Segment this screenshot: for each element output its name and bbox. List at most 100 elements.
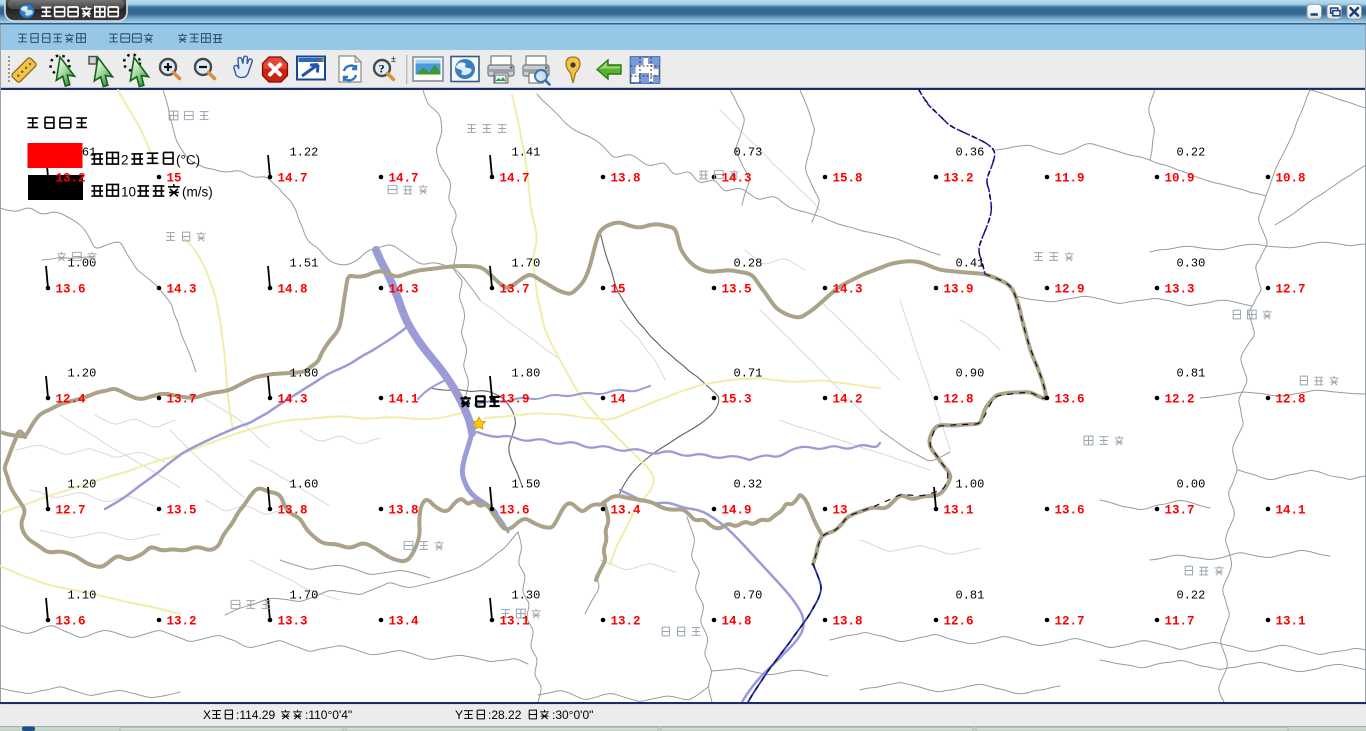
svg-text:13.6: 13.6 bbox=[500, 504, 530, 518]
svg-text:1.22: 1.22 bbox=[290, 146, 319, 160]
svg-text:0.22: 0.22 bbox=[1177, 589, 1206, 603]
svg-text:13.2: 13.2 bbox=[611, 615, 641, 629]
svg-text::110°0'4": :110°0'4" bbox=[305, 708, 352, 722]
svg-text:10.8: 10.8 bbox=[1276, 172, 1306, 186]
svg-text:14.1: 14.1 bbox=[389, 393, 419, 407]
svg-text:14.3: 14.3 bbox=[833, 283, 863, 297]
svg-text:14.9: 14.9 bbox=[722, 504, 752, 518]
svg-text:14.1: 14.1 bbox=[1276, 504, 1306, 518]
svg-text:±: ± bbox=[391, 54, 396, 64]
svg-text:0.81: 0.81 bbox=[1177, 367, 1206, 381]
svg-text:13.3: 13.3 bbox=[1165, 283, 1195, 297]
svg-text:13.6: 13.6 bbox=[56, 283, 86, 297]
svg-text:13.4: 13.4 bbox=[389, 615, 420, 629]
svg-text:0.36: 0.36 bbox=[956, 146, 985, 160]
svg-text:13.7: 13.7 bbox=[500, 283, 530, 297]
svg-text:13.5: 13.5 bbox=[722, 283, 752, 297]
svg-text:12.4: 12.4 bbox=[56, 393, 87, 407]
svg-text:1.30: 1.30 bbox=[512, 589, 541, 603]
svg-text:13.6: 13.6 bbox=[56, 615, 86, 629]
svg-text:(°C): (°C) bbox=[176, 153, 200, 168]
svg-text:13.6: 13.6 bbox=[1055, 504, 1085, 518]
svg-text:13.2: 13.2 bbox=[56, 172, 86, 186]
svg-text::28.22: :28.22 bbox=[488, 708, 522, 722]
svg-text:12.2: 12.2 bbox=[1165, 393, 1195, 407]
svg-text:12.7: 12.7 bbox=[1276, 283, 1306, 297]
svg-text:13.7: 13.7 bbox=[1165, 504, 1195, 518]
svg-text:0.90: 0.90 bbox=[956, 367, 985, 381]
svg-text:13.1: 13.1 bbox=[1276, 615, 1306, 629]
svg-text:10: 10 bbox=[121, 185, 136, 200]
svg-text:13.5: 13.5 bbox=[167, 504, 197, 518]
svg-text:13.8: 13.8 bbox=[389, 504, 419, 518]
svg-text:10.9: 10.9 bbox=[1165, 172, 1195, 186]
svg-text:12.7: 12.7 bbox=[56, 504, 86, 518]
svg-text:1.70: 1.70 bbox=[512, 257, 541, 271]
svg-text::30°0'0": :30°0'0" bbox=[552, 708, 593, 722]
svg-text:1.51: 1.51 bbox=[290, 257, 319, 271]
svg-text:13.2: 13.2 bbox=[944, 172, 974, 186]
svg-text:14.7: 14.7 bbox=[500, 172, 530, 186]
svg-text:14.3: 14.3 bbox=[722, 172, 752, 186]
svg-text:13: 13 bbox=[833, 504, 848, 518]
svg-text:15.8: 15.8 bbox=[833, 172, 863, 186]
svg-text:13.7: 13.7 bbox=[167, 393, 197, 407]
svg-text:14.2: 14.2 bbox=[833, 393, 863, 407]
svg-text:14.8: 14.8 bbox=[278, 283, 308, 297]
svg-text:15.3: 15.3 bbox=[722, 393, 752, 407]
svg-text:(m/s): (m/s) bbox=[182, 185, 213, 200]
svg-text:?: ? bbox=[379, 62, 385, 76]
svg-text:14: 14 bbox=[611, 393, 627, 407]
svg-text:14.7: 14.7 bbox=[389, 172, 419, 186]
svg-text:1.00: 1.00 bbox=[956, 478, 985, 492]
svg-text:Y: Y bbox=[455, 708, 463, 722]
svg-text:1.20: 1.20 bbox=[68, 367, 97, 381]
svg-text:11.7: 11.7 bbox=[1165, 615, 1195, 629]
svg-text:13.8: 13.8 bbox=[833, 615, 863, 629]
svg-text:1.80: 1.80 bbox=[290, 367, 319, 381]
svg-text:13.1: 13.1 bbox=[500, 615, 530, 629]
svg-text:0.30: 0.30 bbox=[1177, 257, 1206, 271]
svg-text:13.8: 13.8 bbox=[611, 172, 641, 186]
svg-text:1.60: 1.60 bbox=[290, 478, 319, 492]
svg-text:0.81: 0.81 bbox=[956, 589, 985, 603]
svg-text:0.71: 0.71 bbox=[734, 367, 763, 381]
svg-text:12.9: 12.9 bbox=[1055, 283, 1085, 297]
svg-text::114.29: :114.29 bbox=[236, 708, 275, 722]
svg-text:0.41: 0.41 bbox=[956, 257, 985, 271]
svg-text:0.22: 0.22 bbox=[1177, 146, 1206, 160]
svg-text:13.2: 13.2 bbox=[167, 615, 197, 629]
svg-text:1.20: 1.20 bbox=[68, 478, 97, 492]
svg-text:1.10: 1.10 bbox=[68, 589, 97, 603]
svg-text:13.8: 13.8 bbox=[278, 504, 308, 518]
svg-text:14.3: 14.3 bbox=[167, 283, 197, 297]
svg-text:1.50: 1.50 bbox=[512, 478, 541, 492]
svg-text:14.3: 14.3 bbox=[278, 393, 308, 407]
svg-text:1.70: 1.70 bbox=[290, 589, 319, 603]
svg-text:1.41: 1.41 bbox=[512, 146, 541, 160]
svg-text:1.80: 1.80 bbox=[512, 367, 541, 381]
svg-text:14.3: 14.3 bbox=[389, 283, 419, 297]
svg-text:13.3: 13.3 bbox=[278, 615, 308, 629]
svg-text:13.1: 13.1 bbox=[944, 504, 974, 518]
svg-text:14.7: 14.7 bbox=[278, 172, 308, 186]
svg-text:12.8: 12.8 bbox=[1276, 393, 1306, 407]
svg-text:0.32: 0.32 bbox=[734, 478, 763, 492]
svg-text:15: 15 bbox=[167, 172, 182, 186]
svg-text:12.7: 12.7 bbox=[1055, 615, 1085, 629]
svg-text:13.4: 13.4 bbox=[611, 504, 642, 518]
svg-text:0.70: 0.70 bbox=[734, 589, 763, 603]
svg-text:0.28: 0.28 bbox=[734, 257, 763, 271]
svg-text:11.9: 11.9 bbox=[1055, 172, 1085, 186]
svg-text:13.9: 13.9 bbox=[944, 283, 974, 297]
svg-text:12.6: 12.6 bbox=[944, 615, 974, 629]
svg-text:0.00: 0.00 bbox=[1177, 478, 1206, 492]
svg-text:13.6: 13.6 bbox=[1055, 393, 1085, 407]
svg-text:13.9: 13.9 bbox=[500, 393, 530, 407]
svg-text:X: X bbox=[203, 708, 211, 722]
svg-text:2: 2 bbox=[121, 153, 129, 168]
svg-text:12.8: 12.8 bbox=[944, 393, 974, 407]
svg-text:15: 15 bbox=[611, 283, 626, 297]
svg-text:14.8: 14.8 bbox=[722, 615, 752, 629]
svg-text:0.73: 0.73 bbox=[734, 146, 763, 160]
